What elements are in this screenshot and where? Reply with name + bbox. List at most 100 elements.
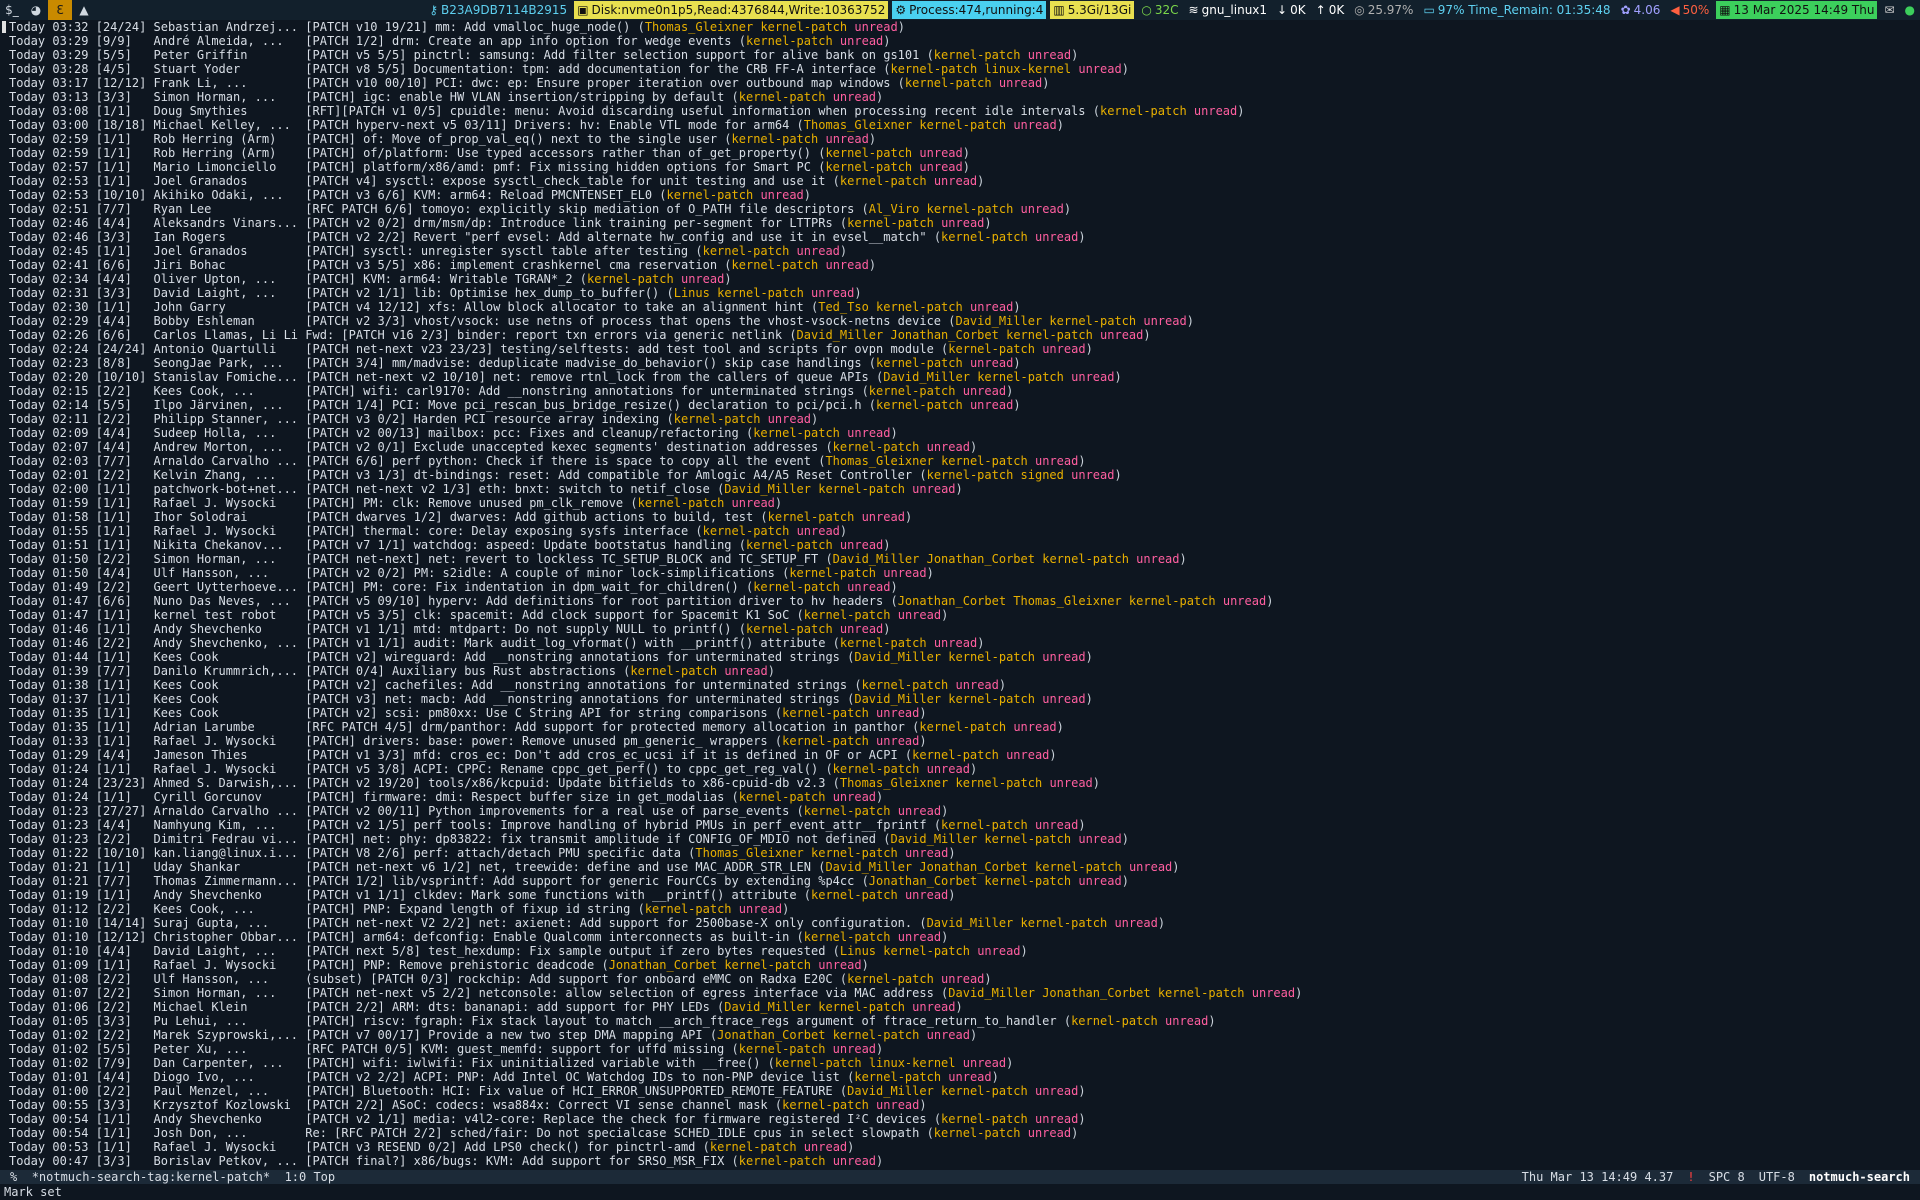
message-row[interactable]: Today 02:01 [2/2] Kelvin Zhang, ... [PAT… <box>0 468 1920 482</box>
message-row[interactable]: Today 03:28 [4/5] Stuart Yoder [PATCH v8… <box>0 62 1920 76</box>
message-row[interactable]: Today 01:07 [2/2] Simon Horman, ... [PAT… <box>0 986 1920 1000</box>
message-row[interactable]: Today 01:21 [1/1] Uday Shankar [PATCH ne… <box>0 860 1920 874</box>
emacs-icon[interactable]: Ɛ <box>48 0 72 20</box>
message-row[interactable]: Today 01:24 [23/23] Ahmed S. Darwish,...… <box>0 776 1920 790</box>
message-row[interactable]: Today 03:29 [9/9] André Almeida, ... [PA… <box>0 34 1920 48</box>
message-row[interactable]: Today 02:15 [2/2] Kees Cook, ... [PATCH]… <box>0 384 1920 398</box>
message-row[interactable]: Today 02:11 [2/2] Philipp Stanner, ... [… <box>0 412 1920 426</box>
message-row[interactable]: Today 01:46 [2/2] Andy Shevchenko, ... [… <box>0 636 1920 650</box>
message-row[interactable]: Today 00:47 [3/3] Borislav Petkov, ... [… <box>0 1154 1920 1168</box>
message-row[interactable]: Today 01:08 [2/2] Ulf Hansson, ... (subs… <box>0 972 1920 986</box>
tray-mail-icon[interactable]: ✉ <box>1881 1 1897 19</box>
message-row[interactable]: Today 02:57 [1/1] Mario Limonciello [PAT… <box>0 160 1920 174</box>
message-row[interactable]: Today 01:12 [2/2] Kees Cook, ... [PATCH]… <box>0 902 1920 916</box>
message-row[interactable]: Today 02:53 [10/10] Akihiko Odaki, ... [… <box>0 188 1920 202</box>
message-row[interactable]: Today 01:35 [1/1] Kees Cook [PATCH v2] s… <box>0 706 1920 720</box>
message-row[interactable]: Today 01:19 [1/1] Andy Shevchenko [PATCH… <box>0 888 1920 902</box>
message-row[interactable]: Today 03:08 [1/1] Doug Smythies [RFT][PA… <box>0 104 1920 118</box>
message-row[interactable]: Today 01:55 [1/1] Rafael J. Wysocki [PAT… <box>0 524 1920 538</box>
message-row[interactable]: Today 01:24 [1/1] Rafael J. Wysocki [PAT… <box>0 762 1920 776</box>
message-row[interactable]: Today 02:59 [1/1] Rob Herring (Arm) [PAT… <box>0 146 1920 160</box>
message-row[interactable]: Today 01:58 [1/1] Ihor Solodrai [PATCH d… <box>0 510 1920 524</box>
message-list[interactable]: Today 03:32 [24/24] Sebastian Andrzej...… <box>0 20 1920 1170</box>
message-row[interactable]: Today 01:02 [5/5] Peter Xu, ... [RFC PAT… <box>0 1042 1920 1056</box>
message-row[interactable]: Today 03:29 [5/5] Peter Griffin [PATCH v… <box>0 48 1920 62</box>
message-row[interactable]: Today 01:01 [4/4] Diogo Ivo, ... [PATCH … <box>0 1070 1920 1084</box>
message-row[interactable]: Today 02:23 [8/8] SeongJae Park, ... [PA… <box>0 356 1920 370</box>
message-date: Today 02:53 <box>9 188 89 202</box>
message-row[interactable]: Today 01:47 [6/6] Nuno Das Neves, ... [P… <box>0 594 1920 608</box>
message-row[interactable]: Today 01:24 [1/1] Cyrill Gorcunov [PATCH… <box>0 790 1920 804</box>
message-row[interactable]: Today 03:13 [3/3] Simon Horman, ... [PAT… <box>0 90 1920 104</box>
message-row[interactable]: Today 01:21 [7/7] Thomas Zimmermann... [… <box>0 874 1920 888</box>
terminal-icon[interactable]: $_ <box>0 0 24 20</box>
message-row[interactable]: Today 02:20 [10/10] Stanislav Fomiche...… <box>0 370 1920 384</box>
message-row[interactable]: Today 01:33 [1/1] Rafael J. Wysocki [PAT… <box>0 734 1920 748</box>
message-row[interactable]: Today 03:17 [12/12] Frank Li, ... [PATCH… <box>0 76 1920 90</box>
message-row[interactable]: Today 02:07 [4/4] Andrew Morton, ... [PA… <box>0 440 1920 454</box>
message-row[interactable]: Today 02:41 [6/6] Jiri Bohac [PATCH v3 5… <box>0 258 1920 272</box>
message-row[interactable]: Today 01:23 [4/4] Namhyung Kim, ... [PAT… <box>0 818 1920 832</box>
message-row[interactable]: Today 01:09 [1/1] Rafael J. Wysocki [PAT… <box>0 958 1920 972</box>
message-date: Today 02:31 <box>9 286 89 300</box>
message-row[interactable]: Today 01:29 [4/4] Jameson Thies [PATCH v… <box>0 748 1920 762</box>
message-row[interactable]: Today 01:38 [1/1] Kees Cook [PATCH v2] c… <box>0 678 1920 692</box>
message-row[interactable]: Today 01:23 [2/2] Dimitri Fedrau vi... [… <box>0 832 1920 846</box>
message-row[interactable]: Today 01:46 [1/1] Andy Shevchenko [PATCH… <box>0 622 1920 636</box>
message-row[interactable]: Today 00:54 [1/1] Andy Shevchenko [PATCH… <box>0 1112 1920 1126</box>
message-row[interactable]: Today 02:00 [1/1] patchwork-bot+net... [… <box>0 482 1920 496</box>
message-row[interactable]: Today 01:06 [2/2] Michael Klein [PATCH 2… <box>0 1000 1920 1014</box>
message-row[interactable]: Today 01:23 [27/27] Arnaldo Carvalho ...… <box>0 804 1920 818</box>
message-row[interactable]: Today 01:39 [7/7] Danilo Krummrich,... [… <box>0 664 1920 678</box>
message-row[interactable]: Today 01:00 [2/2] Paul Menzel, ... [PATC… <box>0 1084 1920 1098</box>
message-row[interactable]: Today 02:53 [1/1] Joel Granados [PATCH v… <box>0 174 1920 188</box>
message-date: Today 02:34 <box>9 272 89 286</box>
message-row[interactable]: Today 03:32 [24/24] Sebastian Andrzej...… <box>0 20 1920 34</box>
tray-app-icon[interactable]: ● <box>1902 1 1918 19</box>
message-row[interactable]: Today 02:24 [24/24] Antonio Quartulli [P… <box>0 342 1920 356</box>
linux-icon[interactable]: ▲ <box>72 0 96 20</box>
message-row[interactable]: Today 01:05 [3/3] Pu Lehui, ... [PATCH] … <box>0 1014 1920 1028</box>
message-row[interactable]: Today 02:45 [1/1] Joel Granados [PATCH] … <box>0 244 1920 258</box>
message-row[interactable]: Today 01:10 [4/4] David Laight, ... [PAT… <box>0 944 1920 958</box>
message-row[interactable]: Today 02:29 [4/4] Bobby Eshleman [PATCH … <box>0 314 1920 328</box>
message-row[interactable]: Today 01:50 [4/4] Ulf Hansson, ... [PATC… <box>0 566 1920 580</box>
message-row[interactable]: Today 02:59 [1/1] Rob Herring (Arm) [PAT… <box>0 132 1920 146</box>
message-row[interactable]: Today 01:49 [2/2] Geert Uytterhoeve... [… <box>0 580 1920 594</box>
message-tag: kernel-patch <box>1006 328 1093 342</box>
message-row[interactable]: Today 01:50 [2/2] Simon Horman, ... [PAT… <box>0 552 1920 566</box>
message-row[interactable]: Today 01:51 [1/1] Nikita Chekanov... [PA… <box>0 538 1920 552</box>
message-row[interactable]: Today 01:10 [12/12] Christopher Obbar...… <box>0 930 1920 944</box>
message-row[interactable]: Today 02:30 [1/1] John Garry [PATCH v4 1… <box>0 300 1920 314</box>
message-subject: [PATCH next 5/8] test_hexdump: Fix sampl… <box>305 944 826 958</box>
buffer-name[interactable]: *notmuch-search-tag:kernel-patch* <box>32 1170 270 1184</box>
message-row[interactable]: Today 01:59 [1/1] Rafael J. Wysocki [PAT… <box>0 496 1920 510</box>
message-row[interactable]: Today 00:54 [1/1] Josh Don, ... Re: [RFC… <box>0 1126 1920 1140</box>
message-row[interactable]: Today 02:51 [7/7] Ryan Lee [RFC PATCH 6/… <box>0 202 1920 216</box>
volume-indicator[interactable]: ◀ 50% <box>1667 1 1712 19</box>
message-row[interactable]: Today 01:02 [2/2] Marek Szyprowski,... [… <box>0 1028 1920 1042</box>
message-row[interactable]: Today 01:44 [1/1] Kees Cook [PATCH v2] w… <box>0 650 1920 664</box>
message-row[interactable]: Today 01:22 [10/10] kan.liang@linux.i...… <box>0 846 1920 860</box>
message-row[interactable]: Today 02:26 [6/6] Carlos Llamas, Li Li F… <box>0 328 1920 342</box>
message-row[interactable]: Today 02:46 [4/4] Aleksandrs Vinars... [… <box>0 216 1920 230</box>
message-row[interactable]: Today 00:53 [1/1] Rafael J. Wysocki [PAT… <box>0 1140 1920 1154</box>
message-row[interactable]: Today 01:10 [14/14] Suraj Gupta, ... [PA… <box>0 916 1920 930</box>
message-row[interactable]: Today 02:31 [3/3] David Laight, ... [PAT… <box>0 286 1920 300</box>
message-row[interactable]: Today 01:02 [7/9] Dan Carpenter, ... [PA… <box>0 1056 1920 1070</box>
message-row[interactable]: Today 01:35 [1/1] Adrian Larumbe [RFC PA… <box>0 720 1920 734</box>
message-row[interactable]: Today 02:46 [3/3] Ian Rogers [PATCH v2 2… <box>0 230 1920 244</box>
clock-indicator[interactable]: ▦ 13 Mar 2025 14:49 Thu <box>1716 1 1878 19</box>
firefox-icon[interactable]: ◕ <box>24 0 48 20</box>
message-tag: kernel-patch <box>745 622 833 636</box>
message-row[interactable]: Today 02:14 [5/5] Ilpo Järvinen, ... [PA… <box>0 398 1920 412</box>
message-tag: kernel-patch <box>774 1056 862 1070</box>
message-author: Simon Horman, ... <box>153 90 277 104</box>
message-row[interactable]: Today 02:03 [7/7] Arnaldo Carvalho ... [… <box>0 454 1920 468</box>
message-row[interactable]: Today 02:34 [4/4] Oliver Upton, ... [PAT… <box>0 272 1920 286</box>
message-row[interactable]: Today 01:37 [1/1] Kees Cook [PATCH v3] n… <box>0 692 1920 706</box>
message-row[interactable]: Today 01:47 [1/1] kernel test robot [PAT… <box>0 608 1920 622</box>
message-row[interactable]: Today 00:55 [3/3] Krzysztof Kozlowski [P… <box>0 1098 1920 1112</box>
message-row[interactable]: Today 03:00 [18/18] Michael Kelley, ... … <box>0 118 1920 132</box>
message-row[interactable]: Today 02:09 [4/4] Sudeep Holla, ... [PAT… <box>0 426 1920 440</box>
